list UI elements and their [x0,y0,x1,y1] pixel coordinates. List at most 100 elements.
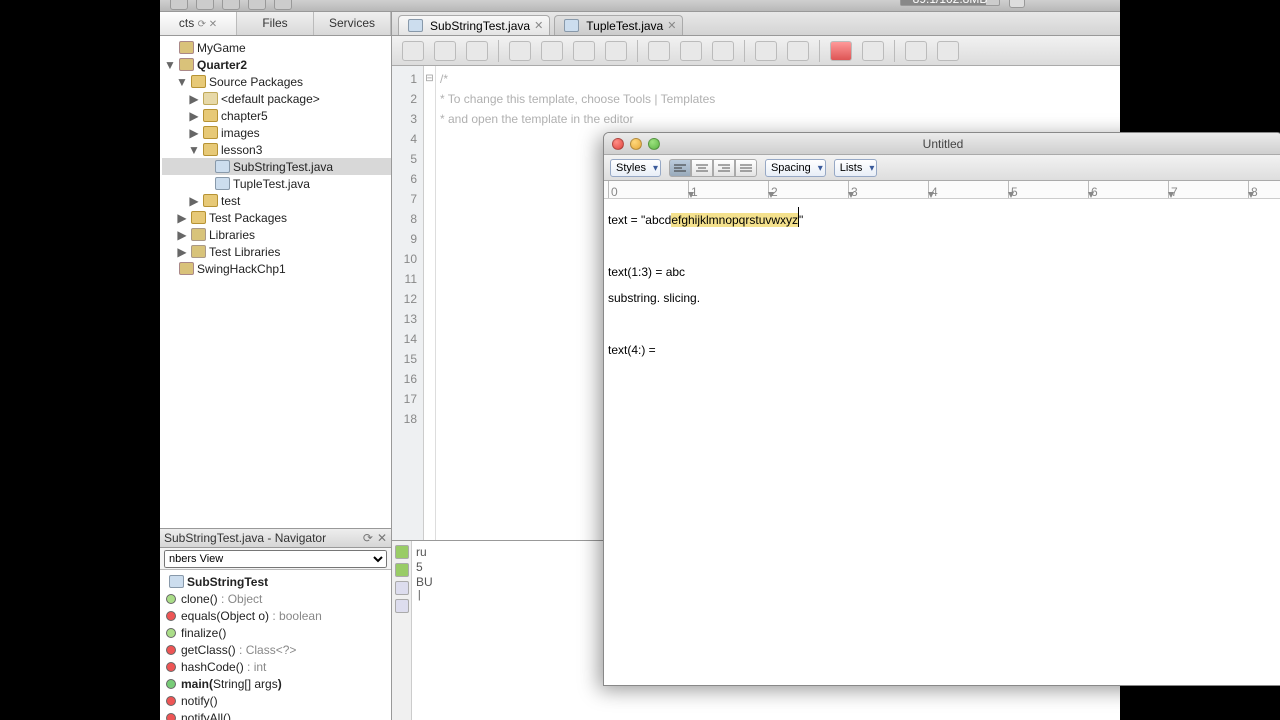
package-icon [203,194,218,207]
textedit-title: Untitled [604,137,1280,151]
tree-toggle[interactable]: ▶ [188,109,200,123]
spacing-select[interactable]: Spacing [765,159,826,177]
project-tabs: cts ⟳ ✕ Files Services [160,12,391,36]
align-center-button[interactable] [691,159,713,177]
navigator-title: SubStringTest.java - Navigator ⟳✕ [160,528,391,548]
java-file-icon [215,160,230,173]
line-gutter: 123456789101112131415161718 [392,66,424,540]
editor-tool-button[interactable] [509,41,531,61]
nav-close-icon[interactable]: ✕ [377,531,387,545]
editor-tool-button[interactable] [402,41,424,61]
member-label: SubStringTest [187,575,268,589]
editor-tool-button[interactable] [434,41,456,61]
left-panel: cts ⟳ ✕ Files Services MyGame ▼Quarter2 … [160,12,392,720]
output-button[interactable] [395,581,409,595]
tree-label: MyGame [197,41,246,55]
tree-toggle[interactable]: ▶ [176,245,188,259]
tree-toggle[interactable]: ▼ [188,143,200,157]
textedit-window[interactable]: Untitled Styles Spacing Lists 012345678 … [603,132,1280,686]
method-icon [166,679,176,689]
tree-toggle[interactable]: ▼ [164,58,176,72]
member-label: notifyAll() [181,711,231,720]
nav-min-icon[interactable]: ⟳ [363,531,373,545]
method-icon [166,713,176,720]
project-icon [179,58,194,71]
editor-file-tabs: SubStringTest.java✕ TupleTest.java✕ [392,12,1120,36]
stop-button[interactable] [862,41,884,61]
styles-select[interactable]: Styles [610,159,661,177]
tree-label: Test Packages [209,211,287,225]
editor-tool-button[interactable] [787,41,809,61]
toolbar-button[interactable] [222,0,240,10]
tree-label: SubStringTest.java [233,160,333,174]
gc-button[interactable] [1009,0,1025,8]
align-justify-button[interactable] [735,159,757,177]
member-label: main(String[] args) [181,677,282,691]
textedit-toolbar: Styles Spacing Lists [604,155,1280,181]
tree-label: Test Libraries [209,245,280,259]
toolbar-button[interactable] [274,0,292,10]
editor-tool-button[interactable] [755,41,777,61]
project-icon [179,262,194,275]
editor-tool-button[interactable] [541,41,563,61]
tab-services[interactable]: Services [314,12,391,35]
app-window: 89.1/102.8MB cts ⟳ ✕ Files Services MyGa… [160,0,1120,720]
textedit-body[interactable]: text = "abcdefghijklmnopqrstuvwxyz" text… [604,199,1280,685]
main-toolbar: 89.1/102.8MB [160,0,1120,12]
tree-label: chapter5 [221,109,268,123]
rerun-button[interactable] [395,545,409,559]
toolbar-button[interactable] [170,0,188,10]
tree-toggle[interactable]: ▶ [188,92,200,106]
package-icon [191,75,206,88]
close-icon[interactable]: ✕ [667,19,676,32]
navigator-view-select[interactable]: nbers View [160,548,391,570]
navigator-members[interactable]: SubStringTest clone() : Object equals(Ob… [160,570,391,720]
member-label: notify() [181,694,218,708]
package-icon [203,92,218,105]
align-left-button[interactable] [669,159,691,177]
tree-label: Source Packages [209,75,303,89]
editor-tool-button[interactable] [648,41,670,61]
editor-tab-active[interactable]: SubStringTest.java✕ [398,15,550,35]
close-icon[interactable]: ✕ [534,19,543,32]
highlighted-text: efghijklmnopqrstuvwxyz [671,213,798,227]
lists-select[interactable]: Lists [834,159,878,177]
record-button[interactable] [830,41,852,61]
tree-toggle[interactable]: ▶ [176,211,188,225]
toolbar-button[interactable] [196,0,214,10]
editor-tool-button[interactable] [680,41,702,61]
editor-tool-button[interactable] [905,41,927,61]
textedit-ruler[interactable]: 012345678 [604,181,1280,199]
member-label: hashCode() : int [181,660,266,674]
editor-tool-button[interactable] [712,41,734,61]
toolbar-button[interactable] [248,0,266,10]
tab-files[interactable]: Files [237,12,314,35]
memory-gauge[interactable]: 89.1/102.8MB [900,0,1000,6]
editor-tab[interactable]: TupleTest.java✕ [554,15,683,35]
editor-tool-button[interactable] [605,41,627,61]
java-file-icon [408,19,423,32]
alignment-segment [669,159,757,177]
tree-label: test [221,194,240,208]
textedit-titlebar[interactable]: Untitled [604,133,1280,155]
method-icon [166,645,176,655]
tree-toggle[interactable]: ▶ [176,228,188,242]
tree-toggle[interactable]: ▼ [176,75,188,89]
member-label: equals(Object o) : boolean [181,609,322,623]
rerun-button[interactable] [395,563,409,577]
tree-label: images [221,126,260,140]
project-tree[interactable]: MyGame ▼Quarter2 ▼Source Packages ▶<defa… [160,36,391,528]
output-button[interactable] [395,599,409,613]
tree-label: lesson3 [221,143,262,157]
tab-projects[interactable]: cts ⟳ ✕ [160,12,237,35]
editor-tool-button[interactable] [466,41,488,61]
editor-tool-button[interactable] [573,41,595,61]
align-right-button[interactable] [713,159,735,177]
tree-label: Libraries [209,228,255,242]
editor-tool-button[interactable] [937,41,959,61]
java-file-icon [564,19,579,32]
member-label: getClass() : Class<?> [181,643,296,657]
fold-column[interactable]: ⊟ [424,66,436,540]
tree-toggle[interactable]: ▶ [188,126,200,140]
tree-toggle[interactable]: ▶ [188,194,200,208]
